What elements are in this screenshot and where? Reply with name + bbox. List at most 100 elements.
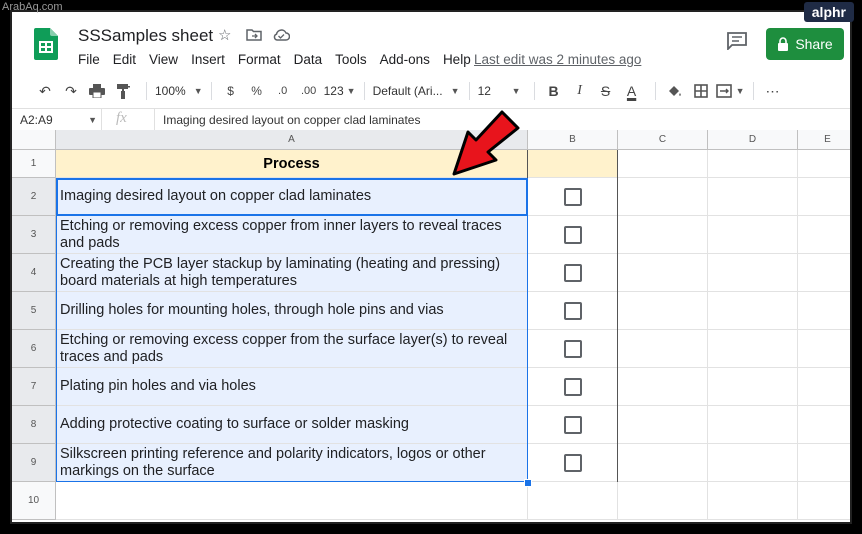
cell-d3[interactable]: [708, 216, 798, 254]
cell-e8[interactable]: [798, 406, 850, 444]
formula-input[interactable]: Imaging desired layout on copper clad la…: [154, 109, 420, 131]
cell-b1[interactable]: [528, 150, 618, 178]
fill-color-icon[interactable]: [664, 79, 686, 103]
checkbox[interactable]: [563, 187, 582, 206]
cell-d8[interactable]: [708, 406, 798, 444]
cell-e3[interactable]: [798, 216, 850, 254]
cell-d4[interactable]: [708, 254, 798, 292]
cell-d10[interactable]: [708, 482, 798, 520]
select-all-corner[interactable]: [12, 130, 56, 150]
cell-b10[interactable]: [528, 482, 618, 520]
row-header[interactable]: 6: [12, 330, 56, 368]
cell-c7[interactable]: [618, 368, 708, 406]
column-header-d[interactable]: D: [708, 130, 798, 150]
menu-tools[interactable]: Tools: [335, 52, 367, 67]
paint-format-icon[interactable]: [112, 79, 134, 103]
undo-icon[interactable]: ↶: [34, 79, 56, 103]
redo-icon[interactable]: ↷: [60, 79, 82, 103]
cell-c9[interactable]: [618, 444, 708, 482]
checkbox[interactable]: [563, 377, 582, 396]
cell-c1[interactable]: [618, 150, 708, 178]
format-currency-button[interactable]: $: [220, 79, 242, 103]
increase-decimal-button[interactable]: .00: [298, 79, 320, 103]
move-folder-icon[interactable]: [246, 28, 262, 41]
sheets-logo-icon[interactable]: [34, 28, 58, 60]
menu-view[interactable]: View: [149, 52, 178, 67]
cell-c8[interactable]: [618, 406, 708, 444]
column-header-e[interactable]: E: [798, 130, 850, 150]
cell-d9[interactable]: [708, 444, 798, 482]
text-color-button[interactable]: A: [621, 79, 643, 103]
row-header[interactable]: 4: [12, 254, 56, 292]
name-box[interactable]: A2:A9 ▼: [12, 109, 102, 131]
cell-e2[interactable]: [798, 178, 850, 216]
cell-e5[interactable]: [798, 292, 850, 330]
cloud-status-icon[interactable]: [272, 28, 290, 41]
more-options-icon[interactable]: ⋯: [762, 79, 784, 103]
row-header[interactable]: 7: [12, 368, 56, 406]
menu-help[interactable]: Help: [443, 52, 471, 67]
star-icon[interactable]: ☆: [218, 26, 231, 44]
share-button[interactable]: Share: [766, 28, 844, 60]
comment-history-icon[interactable]: [726, 32, 748, 50]
column-header-c[interactable]: C: [618, 130, 708, 150]
row-header[interactable]: 2: [12, 178, 56, 216]
column-header-b[interactable]: B: [528, 130, 618, 150]
cell-c2[interactable]: [618, 178, 708, 216]
checkbox[interactable]: [563, 453, 582, 472]
cell-e9[interactable]: [798, 444, 850, 482]
cell-d5[interactable]: [708, 292, 798, 330]
cell-c5[interactable]: [618, 292, 708, 330]
checkbox[interactable]: [563, 415, 582, 434]
bold-button[interactable]: B: [543, 79, 565, 103]
document-title[interactable]: SSSamples sheet: [78, 26, 213, 46]
last-edit-link[interactable]: Last edit was 2 minutes ago: [474, 52, 641, 67]
menu-file[interactable]: File: [78, 52, 100, 67]
menu-edit[interactable]: Edit: [113, 52, 136, 67]
row-header[interactable]: 5: [12, 292, 56, 330]
process-cell[interactable]: Plating pin holes and via holes: [56, 368, 528, 406]
fill-handle[interactable]: [524, 479, 532, 487]
menu-insert[interactable]: Insert: [191, 52, 225, 67]
process-cell[interactable]: Drilling holes for mounting holes, throu…: [56, 292, 528, 330]
cell-d6[interactable]: [708, 330, 798, 368]
borders-icon[interactable]: [690, 79, 712, 103]
menu-add-ons[interactable]: Add-ons: [380, 52, 430, 67]
process-cell[interactable]: Adding protective coating to surface or …: [56, 406, 528, 444]
row-header[interactable]: 9: [12, 444, 56, 482]
checkbox[interactable]: [563, 225, 582, 244]
cell-e4[interactable]: [798, 254, 850, 292]
row-header[interactable]: 3: [12, 216, 56, 254]
checkbox[interactable]: [563, 339, 582, 358]
row-header[interactable]: 8: [12, 406, 56, 444]
merge-cells-select[interactable]: ▼: [715, 84, 745, 98]
menu-data[interactable]: Data: [294, 52, 323, 67]
italic-button[interactable]: I: [569, 79, 591, 103]
cell-e7[interactable]: [798, 368, 850, 406]
process-cell[interactable]: Etching or removing excess copper from t…: [56, 330, 528, 368]
cell-e6[interactable]: [798, 330, 850, 368]
cell-c4[interactable]: [618, 254, 708, 292]
zoom-select[interactable]: 100% ▼: [155, 84, 203, 98]
format-percent-button[interactable]: %: [246, 79, 268, 103]
cell-c10[interactable]: [618, 482, 708, 520]
process-cell[interactable]: Silkscreen printing reference and polari…: [56, 444, 528, 482]
cell-e1[interactable]: [798, 150, 850, 178]
cell-d7[interactable]: [708, 368, 798, 406]
print-icon[interactable]: [86, 79, 108, 103]
cell-c3[interactable]: [618, 216, 708, 254]
cell-e10[interactable]: [798, 482, 850, 520]
cell-d2[interactable]: [708, 178, 798, 216]
cell-d1[interactable]: [708, 150, 798, 178]
menu-format[interactable]: Format: [238, 52, 281, 67]
decrease-decimal-button[interactable]: .0: [272, 79, 294, 103]
process-cell[interactable]: Creating the PCB layer stackup by lamina…: [56, 254, 528, 292]
font-family-select[interactable]: Default (Ari... ▼: [373, 84, 461, 98]
checkbox[interactable]: [563, 301, 582, 320]
cell-a10[interactable]: [56, 482, 528, 520]
row-header[interactable]: 10: [12, 482, 56, 520]
checkbox[interactable]: [563, 263, 582, 282]
font-size-select[interactable]: 12 ▼: [478, 84, 526, 98]
cell-c6[interactable]: [618, 330, 708, 368]
process-cell[interactable]: Etching or removing excess copper from i…: [56, 216, 528, 254]
